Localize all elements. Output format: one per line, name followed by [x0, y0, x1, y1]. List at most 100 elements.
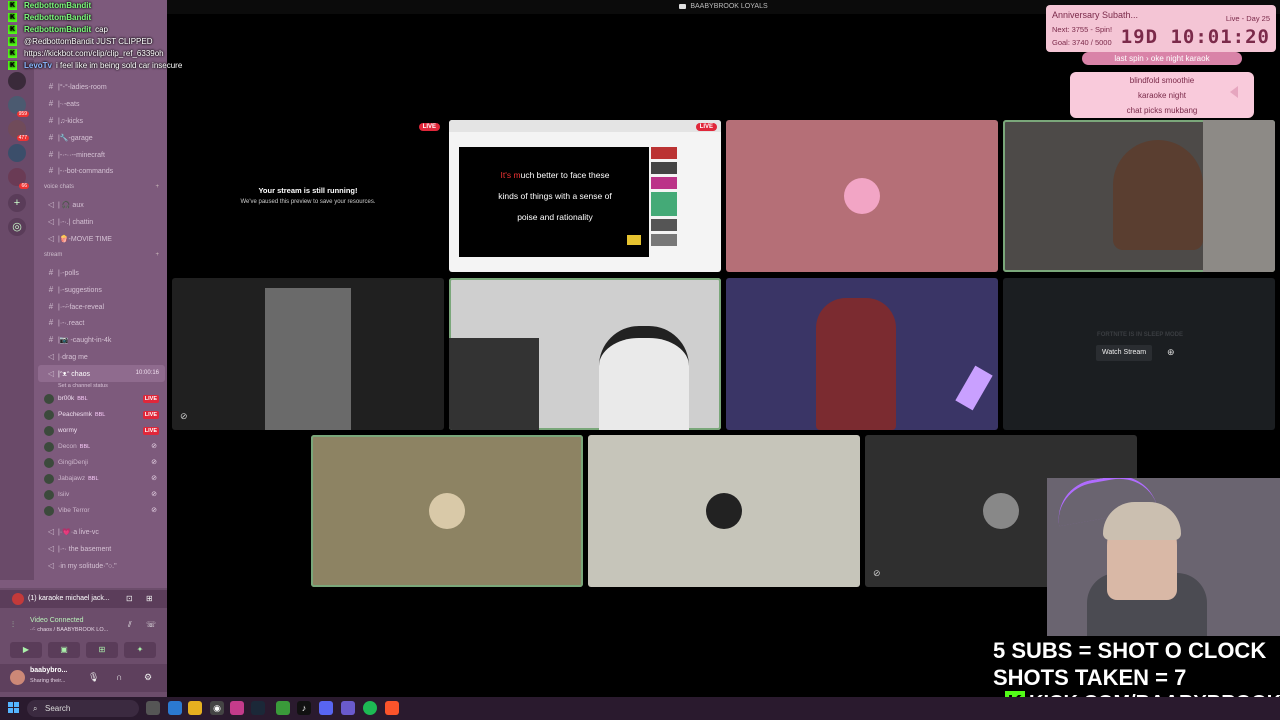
voice-channel[interactable]: ◁ |·-·.| chattin: [38, 213, 165, 230]
app-icon[interactable]: [230, 701, 244, 715]
deafened-icon: ⊘: [151, 459, 157, 467]
participant-camera-tile[interactable]: ⊘: [172, 278, 444, 430]
app-icon[interactable]: [341, 701, 355, 715]
obs-icon[interactable]: ◉: [210, 701, 224, 715]
participant-camera-tile[interactable]: [726, 278, 998, 430]
text-channel[interactable]: # |📷 -caught-in-4k: [38, 331, 165, 348]
window-title: BAABYBROOK LOYALS: [690, 3, 768, 10]
server-icon[interactable]: [8, 144, 26, 162]
screenshare-button[interactable]: ▣: [48, 642, 80, 658]
voice-channel[interactable]: ◁ |·-· the basement: [38, 540, 165, 557]
voice-member[interactable]: br00k BBL LIVE: [38, 391, 165, 407]
voice-member[interactable]: Vibe Terror ⊘: [38, 503, 165, 519]
channel-name: |·drag me: [58, 354, 88, 362]
voice-member[interactable]: wormy LIVE: [38, 423, 165, 439]
spotify-icon[interactable]: [363, 701, 377, 715]
discord-icon[interactable]: [319, 701, 333, 715]
server-icon[interactable]: [8, 72, 26, 90]
participant-camera-tile[interactable]: [449, 278, 721, 430]
file-explorer-icon[interactable]: [188, 701, 202, 715]
explore-servers-icon[interactable]: ◎: [8, 218, 26, 236]
disconnect-icon[interactable]: ☏: [146, 620, 156, 629]
kick-badge-icon: K: [8, 1, 17, 10]
text-channel[interactable]: # |·-·.react: [38, 314, 165, 331]
participant-tile[interactable]: [311, 435, 583, 587]
voice-member[interactable]: Isiiv ⊘: [38, 487, 165, 503]
text-channel[interactable]: # |°-°-ladies-room: [38, 78, 165, 95]
voice-member[interactable]: GingiDenji ⊘: [38, 455, 165, 471]
noise-suppression-icon[interactable]: ⫽: [128, 620, 132, 630]
browser-bar: [449, 120, 721, 132]
participant-video: [599, 326, 689, 430]
steam-icon[interactable]: [251, 701, 265, 715]
voice-member[interactable]: Peachesmk BBL LIVE: [38, 407, 165, 423]
screen-icon[interactable]: ⊡: [126, 590, 133, 608]
edge-icon[interactable]: [168, 701, 182, 715]
zoom-icon[interactable]: ⊕: [1167, 347, 1179, 359]
video-player[interactable]: It's much better to face these kinds of …: [459, 147, 649, 257]
voice-channel[interactable]: ◁ |·drag me: [38, 348, 165, 365]
channel-name: | 🎧 aux: [58, 202, 84, 210]
add-channel-icon[interactable]: +: [155, 247, 159, 264]
member-name: Vibe Terror: [58, 507, 90, 515]
text-channel[interactable]: # |ᐧ·-eats: [38, 95, 165, 112]
soundboard-button[interactable]: ✦: [124, 642, 156, 658]
participant-avatar: [706, 493, 742, 529]
taskbar-search[interactable]: ⌕ Search: [27, 700, 139, 717]
camera-button[interactable]: ▶: [10, 642, 42, 658]
task-view-icon[interactable]: [146, 701, 160, 715]
participant-tile[interactable]: [588, 435, 860, 587]
stream-tile-screenshare[interactable]: It's much better to face these kinds of …: [449, 120, 721, 272]
server-icon[interactable]: 477: [8, 120, 29, 141]
channel-category[interactable]: voice chats +: [38, 179, 165, 196]
event-banner[interactable]: (1) karaoke michael jack... ⊡ ⊞: [0, 590, 167, 608]
user-panel[interactable]: baabybro... Sharing their... 🎙 ∩ ⚙: [0, 664, 167, 692]
avatar: [44, 474, 54, 485]
voice-channel[interactable]: ◁ |·💗·a live-vc: [38, 523, 165, 540]
headphones-icon[interactable]: ∩: [116, 672, 122, 682]
participant-tile[interactable]: [726, 120, 998, 272]
channel-category[interactable]: stream +: [38, 247, 165, 264]
participant-avatar: [844, 178, 880, 214]
text-channel[interactable]: # |🔧-garage: [38, 129, 165, 146]
participant-video: [1113, 140, 1203, 250]
channel-status[interactable]: Set a channel status: [38, 382, 165, 391]
voice-channel[interactable]: ◁ |🍿-MOVIE TIME: [38, 230, 165, 247]
chat-message: Khttps://kickbot.com/clip/clip_ref_6339o…: [0, 48, 230, 60]
voice-member[interactable]: Decon BBL ⊘: [38, 439, 165, 455]
hash-icon: #: [48, 149, 54, 159]
desk-equipment: [449, 338, 539, 430]
channel-name: |🔧-garage: [58, 134, 93, 142]
voice-member[interactable]: Jabajawz BBL ⊘: [38, 471, 165, 487]
caption-red: It's m: [500, 170, 521, 180]
server-icon[interactable]: 959: [8, 96, 29, 117]
text-channel[interactable]: # |·-ᵕ̈-face-reveal: [38, 298, 165, 315]
text-channel[interactable]: # |·-polls: [38, 264, 165, 281]
tiktok-icon[interactable]: ♪: [297, 701, 311, 715]
text-channel[interactable]: # |·-suggestions: [38, 281, 165, 298]
avatar: [44, 506, 54, 517]
text-channel[interactable]: # |-·-··--minecraft: [38, 146, 165, 163]
voice-channel[interactable]: ◁ ·in my solitude·"○.": [38, 557, 165, 574]
xbox-icon[interactable]: [276, 701, 290, 715]
channel-list: # |°-°-ladies-room # |ᐧ·-eats # |♫-kicks # |🔧-g…: [38, 78, 165, 574]
calendar-icon[interactable]: ⊞: [146, 590, 153, 608]
brave-icon[interactable]: [385, 701, 399, 715]
activities-button[interactable]: ⊞: [86, 642, 118, 658]
voice-channel-selected[interactable]: ◁ |ᵔᴥᵔ chaos 10:00:16: [38, 365, 165, 383]
mic-icon[interactable]: 🎙: [88, 672, 99, 683]
participant-camera-tile[interactable]: [1003, 120, 1275, 272]
voice-channel[interactable]: ◁ | 🎧 aux: [38, 196, 165, 213]
windows-start-icon[interactable]: [8, 702, 20, 714]
server-icon[interactable]: 66: [8, 168, 29, 189]
settings-gear-icon[interactable]: ⚙: [144, 672, 152, 683]
deafened-icon: ⊘: [151, 443, 157, 451]
add-server-icon[interactable]: +: [8, 194, 26, 212]
text-channel[interactable]: # |♫-kicks: [38, 112, 165, 129]
avatar[interactable]: [10, 670, 25, 685]
add-channel-icon[interactable]: +: [155, 179, 159, 196]
hash-icon: #: [48, 318, 54, 328]
watch-stream-button[interactable]: Watch Stream: [1096, 345, 1153, 361]
text-channel[interactable]: # |-·-bot-commands: [38, 162, 165, 179]
taskbar: ⌕ Search ◉ ♪: [0, 697, 1280, 720]
